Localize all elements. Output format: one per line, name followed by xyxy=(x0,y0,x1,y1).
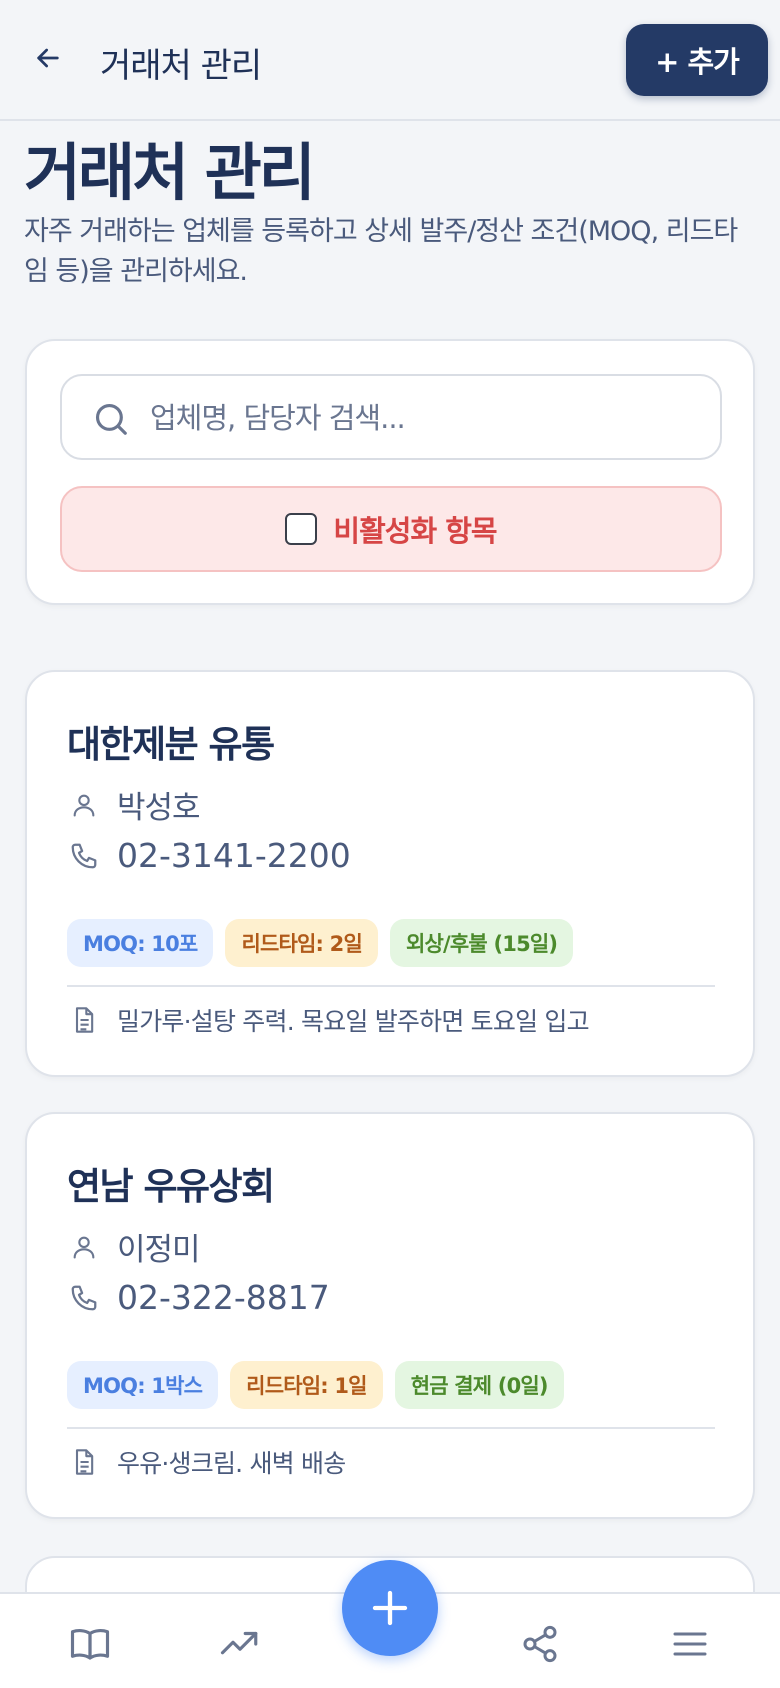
add-fab-button[interactable] xyxy=(342,1560,438,1656)
share-icon xyxy=(523,1625,557,1663)
phone-number: 02-322-8817 xyxy=(117,1278,330,1317)
add-vendor-button[interactable]: + 추가 xyxy=(626,24,768,96)
vendor-note: 밀가루·설탕 주력. 목요일 발주하면 토요일 입고 xyxy=(117,1007,590,1036)
search-box[interactable] xyxy=(60,374,722,460)
vendor-name: 대한제분 유통 xyxy=(67,723,275,766)
user-icon xyxy=(73,1236,95,1259)
phone-icon xyxy=(71,843,97,868)
page-description: 자주 거래하는 업체를 등록하고 상세 발주/정산 조건(MOQ, 리드타임 등… xyxy=(24,216,738,287)
nav-trends[interactable] xyxy=(210,1614,270,1674)
lead-time-badge: 리드타임: 1일 xyxy=(230,1361,383,1409)
nav-menu[interactable] xyxy=(660,1614,720,1674)
divider xyxy=(67,985,715,987)
note-row: 우유·생크림. 새벽 배송 xyxy=(67,1444,346,1480)
filter-card: 비활성화 항목 xyxy=(25,339,755,605)
book-icon xyxy=(70,1629,110,1660)
search-icon xyxy=(95,403,127,435)
inactive-filter-toggle[interactable]: 비활성화 항목 xyxy=(60,486,722,572)
plus-icon xyxy=(372,1590,408,1626)
lead-time-badge: 리드타임: 2일 xyxy=(225,919,378,967)
phone-icon xyxy=(71,1285,97,1310)
condition-tags: MOQ: 1박스 리드타임: 1일 현금 결제 (0일) xyxy=(67,1361,564,1409)
arrow-left-icon xyxy=(37,48,59,68)
payment-badge: 현금 결제 (0일) xyxy=(394,1361,564,1409)
moq-badge: MOQ: 10포 xyxy=(67,919,214,967)
contact-name: 박성호 xyxy=(117,790,201,826)
vendor-card[interactable]: 대한제분 유통 박성호 02-3141-2200 MOQ: 10포 리드타임: … xyxy=(25,670,755,1077)
contact-row: 박성호 xyxy=(67,782,201,827)
phone-row[interactable]: 02-3141-2200 xyxy=(67,836,351,875)
note-row: 밀가루·설탕 주력. 목요일 발주하면 토요일 입고 xyxy=(67,1002,590,1038)
divider xyxy=(67,1427,715,1429)
menu-icon xyxy=(673,1632,707,1656)
top-app-bar: 거래처 관리 + 추가 xyxy=(0,0,780,121)
trending-up-icon xyxy=(220,1631,258,1655)
document-icon xyxy=(75,1449,94,1475)
nav-book[interactable] xyxy=(60,1614,120,1674)
back-button[interactable] xyxy=(26,36,70,80)
contact-row: 이정미 xyxy=(67,1224,201,1269)
inactive-checkbox[interactable] xyxy=(285,513,318,545)
document-icon xyxy=(75,1007,94,1033)
search-input[interactable] xyxy=(150,390,700,446)
phone-number: 02-3141-2200 xyxy=(117,836,351,875)
payment-badge: 외상/후불 (15일) xyxy=(390,919,574,967)
page-title: 거래처 관리 xyxy=(24,136,316,209)
user-icon xyxy=(73,794,95,817)
moq-badge: MOQ: 1박스 xyxy=(67,1361,219,1409)
inactive-filter-label: 비활성화 항목 xyxy=(333,514,497,548)
phone-row[interactable]: 02-322-8817 xyxy=(67,1278,330,1317)
condition-tags: MOQ: 10포 리드타임: 2일 외상/후불 (15일) xyxy=(67,919,574,967)
vendor-card[interactable]: 연남 우유상회 이정미 02-322-8817 MOQ: 1박스 리드타임: 1… xyxy=(25,1112,755,1519)
app-bar-title: 거래처 관리 xyxy=(100,46,262,86)
vendor-name: 연남 우유상회 xyxy=(67,1165,275,1208)
nav-share[interactable] xyxy=(510,1614,570,1674)
contact-name: 이정미 xyxy=(117,1232,201,1268)
vendor-note: 우유·생크림. 새벽 배송 xyxy=(117,1449,346,1478)
